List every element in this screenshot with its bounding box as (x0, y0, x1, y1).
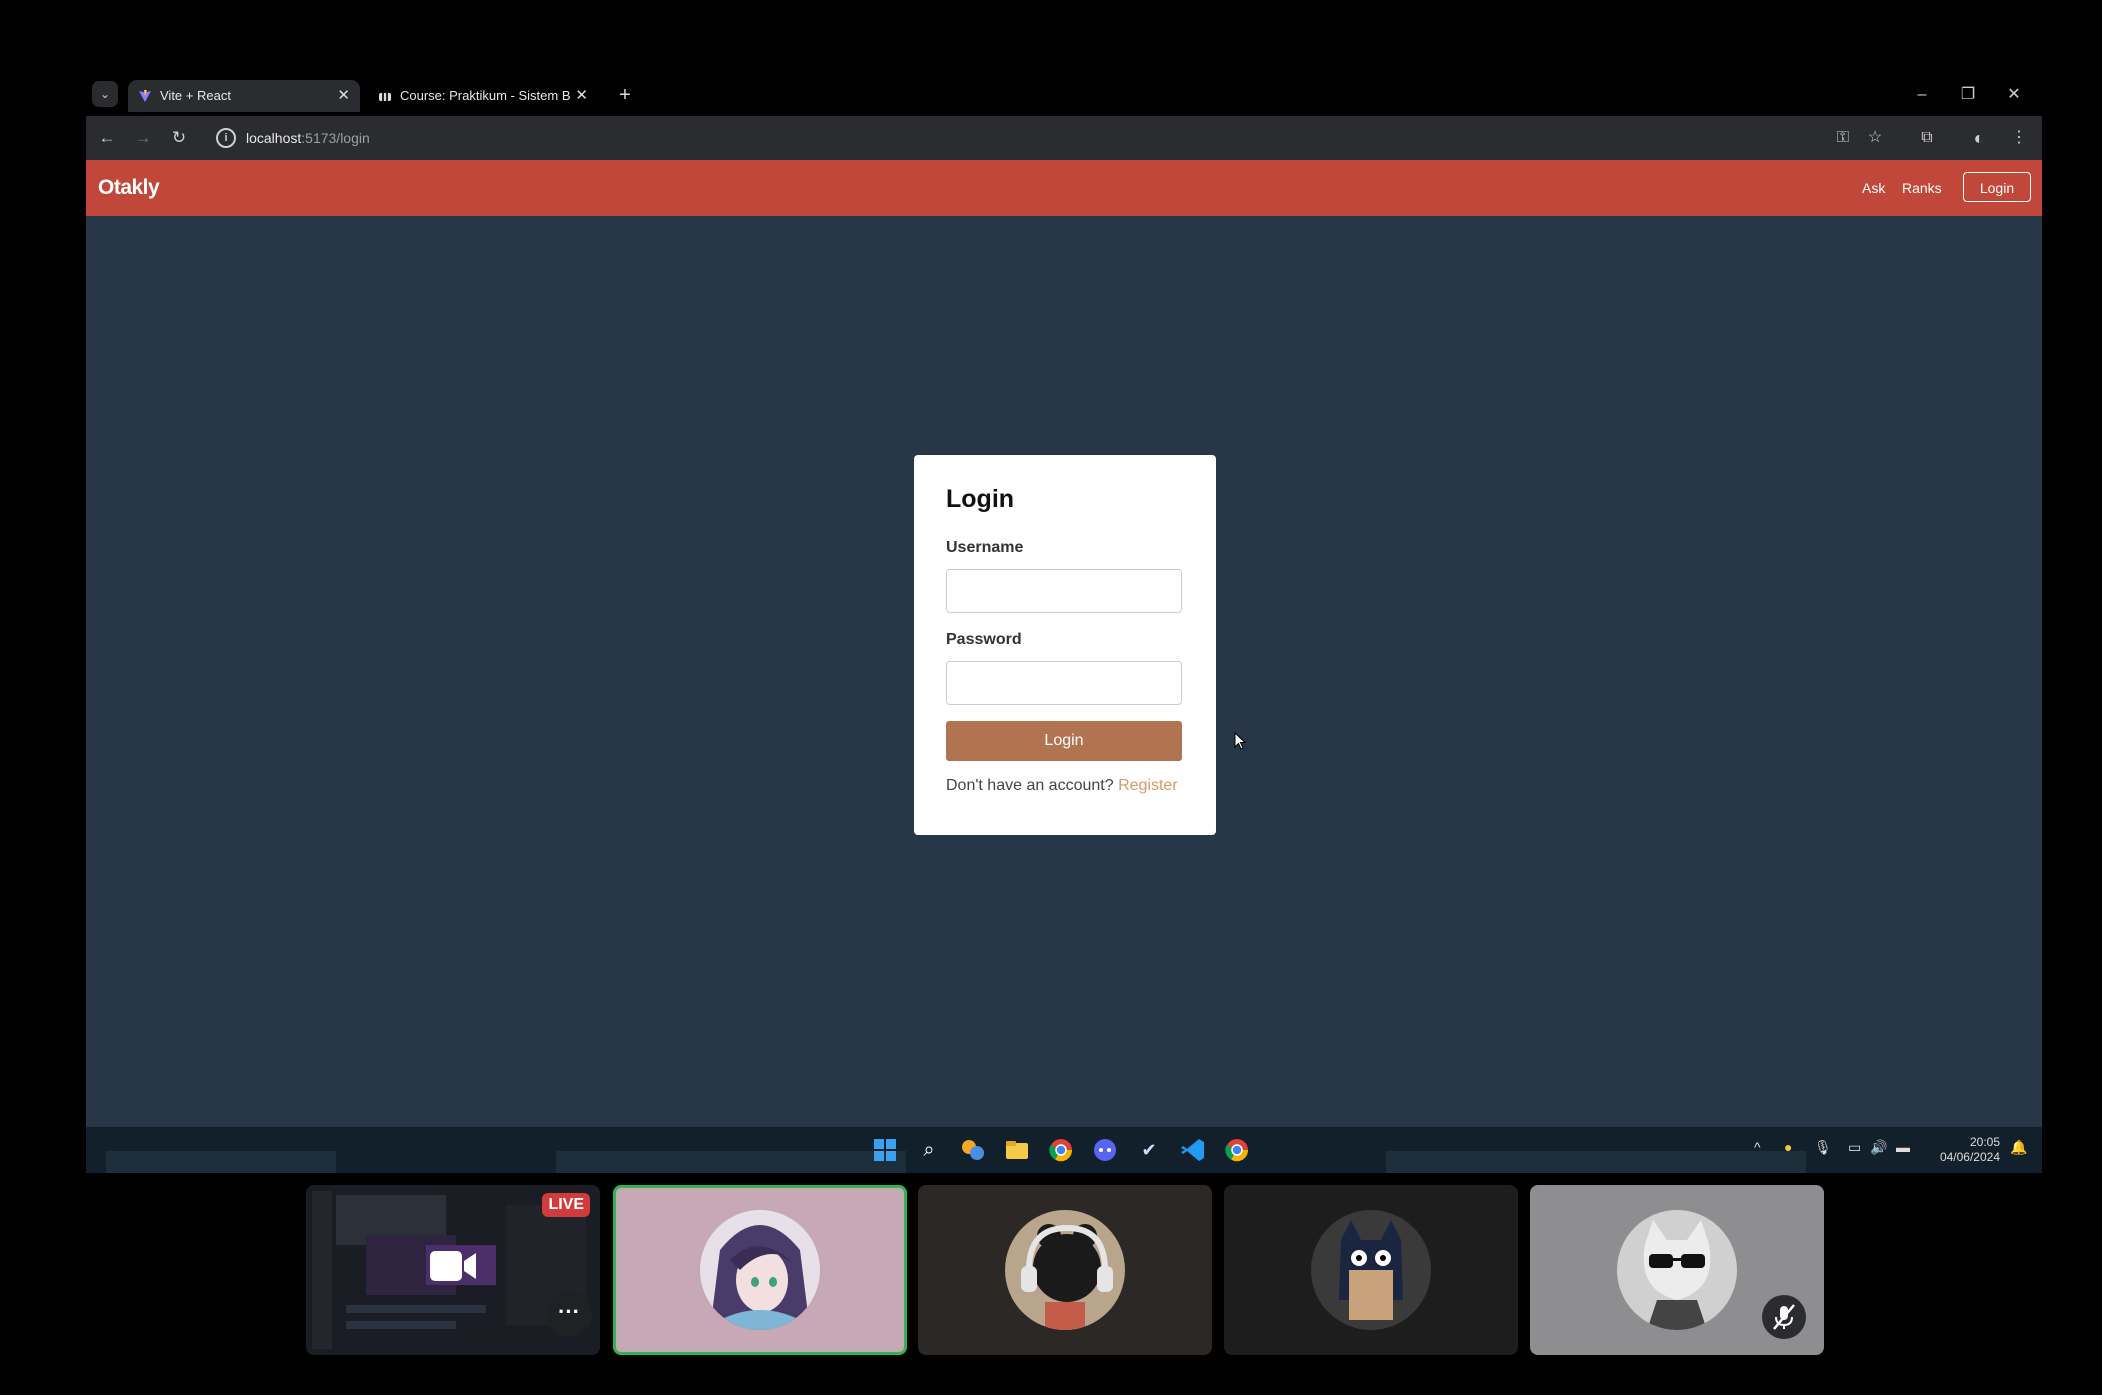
windows-start-icon[interactable] (870, 1135, 900, 1165)
batman-avatar-image (1311, 1210, 1431, 1330)
tab-search-button[interactable]: ⌄ (92, 81, 118, 107)
app-navbar: Otakly Ask Ranks Login (86, 160, 2042, 216)
tab-bar: ⌄ Vite + React ✕ Course: Praktikum - Sis… (86, 76, 2042, 116)
clock-date: 04/06/2024 (1939, 1150, 2000, 1164)
chrome-icon[interactable] (1046, 1135, 1076, 1165)
tray-app-icon[interactable]: ● (1784, 1139, 1792, 1155)
close-window-icon[interactable]: ✕ (1994, 82, 2034, 108)
username-input[interactable] (946, 569, 1182, 613)
nav-ranks-link[interactable]: Ranks (1902, 160, 1942, 216)
tray-expand-icon[interactable]: ^ (1754, 1139, 1761, 1155)
more-options-button[interactable]: ··· (546, 1291, 592, 1337)
avatar (1005, 1210, 1125, 1330)
nav-login-button[interactable]: Login (1963, 172, 2031, 202)
chrome-icon[interactable] (1222, 1135, 1252, 1165)
extensions-icon[interactable]: ⧉ (1914, 125, 1940, 151)
clock-time: 20:05 (1969, 1135, 2000, 1149)
file-explorer-icon[interactable] (1002, 1135, 1032, 1165)
avatar (1617, 1210, 1737, 1330)
restore-icon[interactable]: ❐ (1948, 82, 1988, 108)
tab-vite-react[interactable]: Vite + React ✕ (128, 80, 360, 112)
microphone-icon[interactable]: 🎙 (1814, 1139, 1832, 1156)
back-icon[interactable]: ← (94, 125, 120, 151)
steam-icon[interactable]: ✔ (1134, 1135, 1164, 1165)
live-badge: LIVE (542, 1193, 590, 1217)
avatar (1311, 1210, 1431, 1330)
login-heading: Login (946, 485, 1015, 513)
forward-icon[interactable]: → (130, 125, 156, 151)
moodle-icon (379, 93, 391, 101)
register-prompt: Don't have an account? Register (946, 777, 1178, 795)
brand-logo[interactable]: Otakly (98, 160, 160, 216)
vscode-icon[interactable] (1178, 1135, 1208, 1165)
bookmark-star-icon[interactable]: ☆ (1862, 125, 1888, 151)
volume-icon[interactable]: 🔊 (1870, 1139, 1887, 1156)
password-input[interactable] (946, 661, 1182, 705)
discord-icon[interactable] (1090, 1135, 1120, 1165)
cat-sunglasses-avatar-image (1617, 1210, 1737, 1330)
web-page: Otakly Ask Ranks Login Login Username Pa… (86, 160, 2042, 1127)
address-bar[interactable]: i localhost:5173/login (210, 122, 1600, 154)
mic-off-icon (1773, 1304, 1795, 1330)
participant-tile[interactable] (918, 1185, 1212, 1355)
profile-avatar-icon[interactable]: ◐ (1966, 125, 1992, 151)
tab-title: Vite + React (160, 88, 231, 103)
close-tab-icon[interactable]: ✕ (337, 80, 350, 112)
close-tab-icon[interactable]: ✕ (575, 80, 588, 112)
password-label: Password (946, 631, 1022, 648)
mouse-cursor-icon (1234, 732, 1247, 750)
windows-taskbar: ⌕ ✔ ^ ● 🎙 ▭ 🔊 ▬ 20:05 04/06/2024 🔔 (86, 1127, 2042, 1173)
register-link[interactable]: Register (1118, 777, 1178, 794)
notification-bell-icon[interactable]: 🔔 (2010, 1139, 2027, 1156)
camera-icon (430, 1251, 476, 1281)
taskbar-wallpaper-strip (106, 1151, 336, 1173)
new-tab-button[interactable]: + (612, 82, 638, 108)
vite-icon (139, 90, 151, 102)
network-icon[interactable]: ▭ (1848, 1139, 1861, 1156)
browser-toolbar: ← → ↻ i localhost:5173/login ⚿ ☆ ⧉ ◐ ⋮ (86, 116, 2042, 160)
taskbar-wallpaper-strip (1386, 1151, 1806, 1173)
site-info-icon[interactable]: i (216, 128, 236, 148)
screen-share-tile[interactable]: LIVE ··· (306, 1185, 600, 1355)
tab-course[interactable]: Course: Praktikum - Sistem Bas ✕ (368, 80, 598, 112)
reload-icon[interactable]: ↻ (166, 125, 192, 151)
headphones-avatar-image (1005, 1210, 1125, 1330)
url-path: :5173/login (301, 130, 370, 146)
menu-kebab-icon[interactable]: ⋮ (2006, 125, 2032, 151)
register-prompt-text: Don't have an account? (946, 777, 1114, 794)
battery-icon[interactable]: ▬ (1896, 1139, 1910, 1155)
password-key-icon[interactable]: ⚿ (1830, 125, 1856, 151)
participant-tile-speaking[interactable] (613, 1185, 907, 1355)
login-card: Login Username Password Login Don't have… (914, 455, 1216, 835)
tab-title: Course: Praktikum - Sistem Bas (400, 88, 570, 103)
system-clock[interactable]: 20:05 04/06/2024 (1940, 1135, 2000, 1165)
browser-window: ⌄ Vite + React ✕ Course: Praktikum - Sis… (86, 76, 2042, 1173)
minimize-icon[interactable]: – (1902, 82, 1942, 108)
anime-avatar-image (700, 1210, 820, 1330)
search-icon[interactable]: ⌕ (914, 1135, 944, 1165)
url-host: localhost (246, 130, 302, 146)
participant-tile-muted[interactable] (1530, 1185, 1824, 1355)
muted-microphone-icon (1762, 1295, 1806, 1339)
login-submit-button[interactable]: Login (946, 721, 1182, 761)
url-text[interactable]: localhost:5173/login (246, 122, 370, 154)
widgets-icon[interactable] (958, 1135, 988, 1165)
taskbar-wallpaper-strip (556, 1151, 906, 1173)
nav-ask-link[interactable]: Ask (1862, 160, 1885, 216)
username-label: Username (946, 539, 1024, 556)
participant-tile[interactable] (1224, 1185, 1518, 1355)
avatar (700, 1210, 820, 1330)
